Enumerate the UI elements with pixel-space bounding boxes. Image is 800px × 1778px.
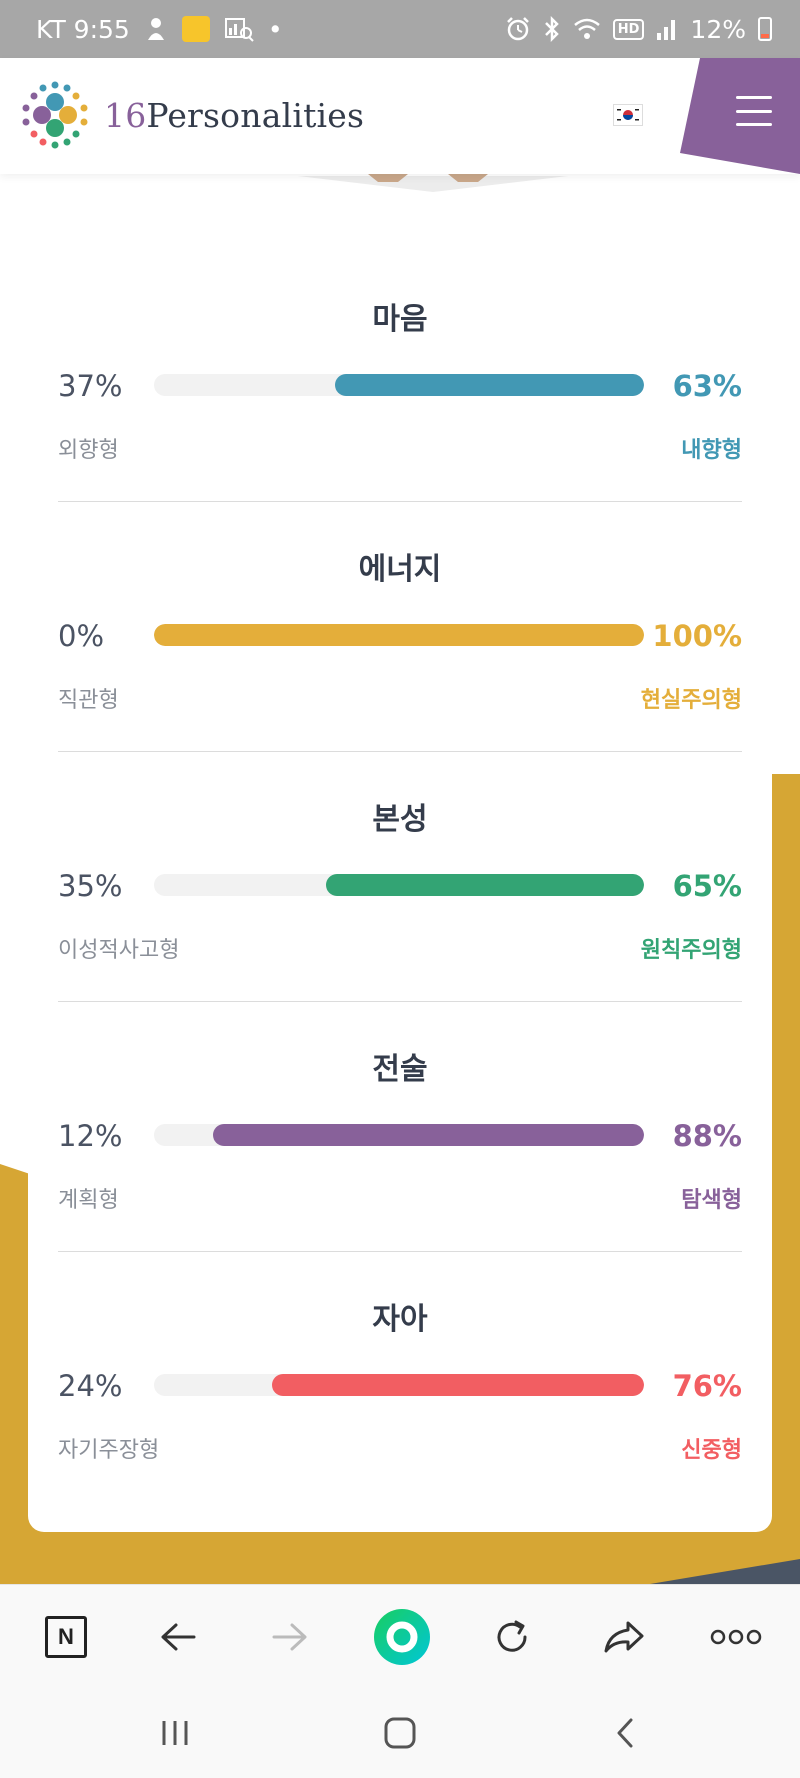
hd-voice-icon: HD (612, 18, 645, 40)
trait-right-percent: 100% (652, 619, 742, 653)
naver-icon[interactable]: N (40, 1611, 92, 1663)
trait-right-percent: 76% (672, 1369, 742, 1403)
signal-icon (656, 17, 678, 41)
trait-left-label: 자기주장형 (58, 1438, 160, 1463)
menu-line (736, 123, 772, 126)
trait-bar-fill (154, 624, 644, 646)
hamburger-menu-icon[interactable] (736, 96, 772, 126)
trait-bar (154, 1124, 644, 1146)
trait-bar (154, 374, 644, 396)
trait-title: 에너지 (358, 552, 442, 587)
green-window-icon[interactable] (372, 1607, 432, 1667)
back-icon[interactable] (602, 1710, 648, 1756)
reload-icon[interactable] (486, 1611, 538, 1663)
trait-tactics: 전술 12% 88% 계획형 탐색형 (58, 924, 742, 1213)
trait-energy: 에너지 0% 100% 직관형 현실주의형 (58, 424, 742, 713)
trait-left-percent: 35% (58, 869, 123, 903)
logo-dots-icon (22, 81, 88, 149)
home-icon[interactable] (377, 1710, 423, 1756)
share-icon[interactable] (598, 1611, 650, 1663)
recent-apps-icon[interactable] (152, 1710, 198, 1756)
trait-right-percent: 88% (672, 1119, 742, 1153)
status-right: HD 12% (505, 15, 772, 44)
naver-n-box: N (45, 1616, 87, 1658)
trait-bar (154, 874, 644, 896)
trait-title: 전술 (372, 1052, 428, 1087)
korea-flag-icon[interactable] (613, 104, 643, 126)
alarm-icon (505, 16, 531, 42)
app-notification-icon (144, 16, 168, 42)
status-bar: KT 9:55 • HD 12% (0, 0, 800, 58)
trait-title: 자아 (372, 1302, 428, 1337)
trait-title: 본성 (372, 802, 428, 837)
carrier-time: KT 9:55 (36, 14, 130, 44)
trait-bar (154, 624, 644, 646)
trait-nature: 본성 35% 65% 이성적사고형 원칙주의형 (58, 674, 742, 963)
more-icon[interactable] (708, 1611, 764, 1663)
chart-search-icon (224, 16, 254, 42)
logo-word: Personalities (146, 95, 365, 135)
logo-number: 16 (104, 95, 147, 135)
trait-left-percent: 12% (58, 1119, 123, 1153)
trait-left-percent: 24% (58, 1369, 123, 1403)
trait-bar-fill (335, 374, 644, 396)
kb-app-icon (181, 16, 210, 42)
trait-bar-fill (271, 1374, 644, 1396)
trait-bar-fill (325, 874, 644, 896)
status-left: KT 9:55 • (36, 15, 283, 44)
system-nav-bar (0, 1688, 800, 1778)
trait-identity: 자아 24% 76% 자기주장형 신중형 (58, 1174, 742, 1463)
notification-dot: • (267, 14, 283, 44)
forward-arrow-icon[interactable] (264, 1611, 316, 1663)
logo-text: 16Personalities (104, 96, 364, 135)
wifi-icon (573, 17, 601, 41)
battery-percent: 12% (690, 14, 746, 44)
trait-left-percent: 37% (58, 369, 123, 403)
trait-right-percent: 63% (672, 369, 742, 403)
menu-line (736, 96, 772, 99)
site-logo[interactable]: 16Personalities (18, 78, 364, 152)
back-arrow-icon[interactable] (152, 1611, 204, 1663)
menu-line (736, 109, 772, 113)
browser-toolbar: N (0, 1584, 800, 1688)
trait-left-percent: 0% (58, 619, 105, 653)
trait-right-label: 신중형 (681, 1438, 742, 1463)
trait-bar-fill (212, 1124, 644, 1146)
trait-right-percent: 65% (672, 869, 742, 903)
site-header: 16Personalities (0, 58, 800, 174)
battery-icon (758, 17, 772, 41)
trait-title: 마음 (372, 302, 428, 337)
results-card: 마음 37% 63% 외향형 내향형 에너지 0% 100% 직관형 현실주의형… (28, 174, 772, 1532)
bluetooth-icon (543, 16, 561, 42)
trait-mind: 마음 37% 63% 외향형 내향형 (58, 174, 742, 463)
trait-bar (154, 1374, 644, 1396)
